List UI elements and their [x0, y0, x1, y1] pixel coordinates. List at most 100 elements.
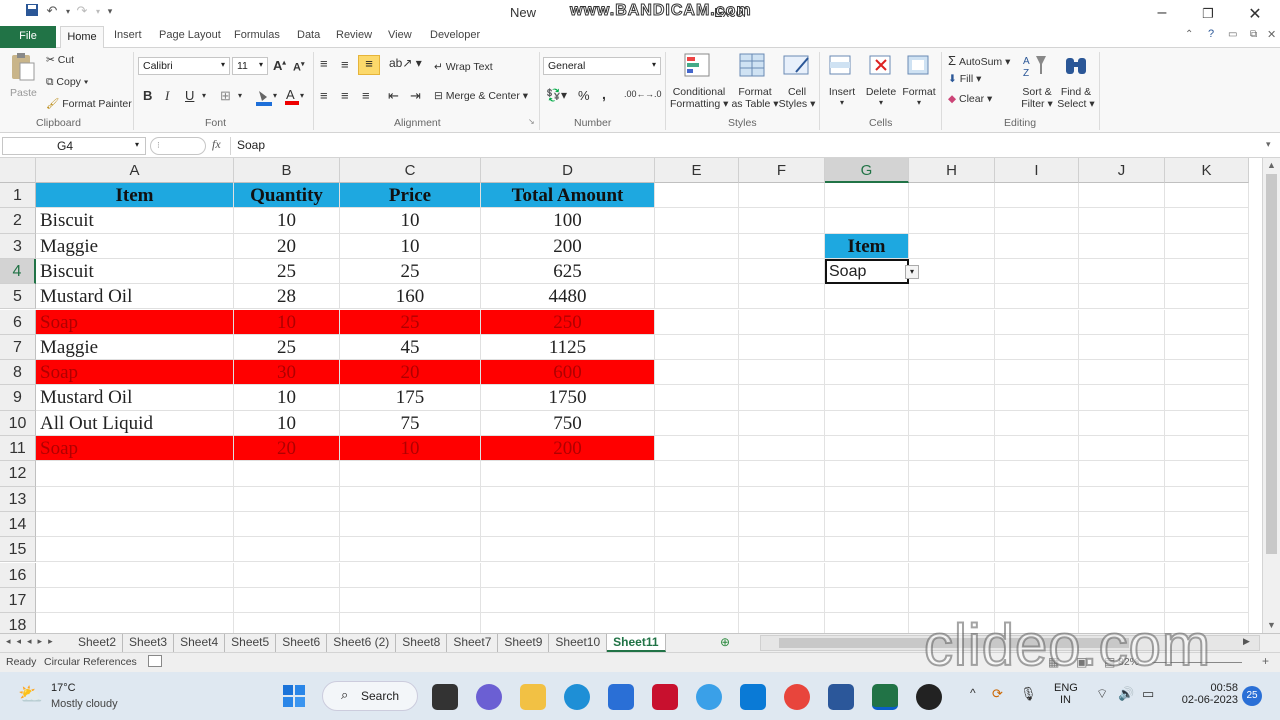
table-header-cell[interactable]: Total Amount	[481, 183, 655, 209]
grid-cell[interactable]	[909, 309, 995, 335]
table-cell[interactable]: 250	[481, 309, 655, 335]
grid-cell[interactable]	[995, 587, 1079, 614]
format-painter-button[interactable]: 🖌 Format Painter	[46, 97, 132, 110]
help-icon[interactable]: ?	[1208, 28, 1214, 40]
align-center-icon[interactable]: ≡	[341, 88, 349, 103]
tab-insert[interactable]: Insert	[114, 29, 142, 41]
grid-cell[interactable]	[739, 410, 825, 436]
grid-cell[interactable]	[36, 562, 234, 588]
table-cell[interactable]: Soap	[36, 309, 234, 335]
language-indicator[interactable]: ENG IN	[1054, 682, 1078, 706]
grid-cell[interactable]	[1165, 284, 1249, 310]
grid-cell[interactable]	[739, 562, 825, 588]
borders-icon[interactable]: ⊞	[220, 88, 231, 104]
fill-color-icon[interactable]	[255, 88, 273, 106]
paste-icon[interactable]	[8, 52, 36, 82]
table-cell[interactable]: 160	[340, 284, 481, 310]
weather-desc[interactable]: Mostly cloudy	[51, 698, 118, 710]
insert-cells-button[interactable]: Insert ▾	[826, 86, 858, 107]
decrease-font-icon[interactable]: A▾	[293, 60, 304, 74]
align-right-icon[interactable]: ≡	[362, 88, 370, 103]
grid-cell[interactable]	[340, 486, 481, 512]
zoom-in-icon[interactable]: +	[1262, 654, 1269, 668]
find-select-button[interactable]: Find & Select ▾	[1056, 86, 1096, 110]
column-header-a[interactable]: A	[36, 158, 234, 183]
tab-page-layout[interactable]: Page Layout	[159, 29, 221, 41]
table-cell[interactable]: 20	[234, 436, 340, 462]
grid-cell[interactable]	[825, 537, 909, 563]
conditional-formatting-icon[interactable]	[683, 52, 713, 80]
grid-cell[interactable]	[36, 613, 234, 633]
align-middle-icon[interactable]: ≡	[341, 57, 349, 72]
grid-cell[interactable]	[825, 208, 909, 234]
grid-cell[interactable]	[655, 587, 739, 614]
row-header-8[interactable]: 8	[0, 360, 36, 386]
table-cell[interactable]: 25	[234, 258, 340, 285]
grid-cell[interactable]	[739, 461, 825, 487]
redo-icon[interactable]: ↷	[74, 3, 90, 19]
scrollbar-thumb[interactable]	[1266, 174, 1277, 554]
grid-cell[interactable]	[739, 436, 825, 462]
grid-cell[interactable]	[36, 486, 234, 512]
name-box[interactable]: G4	[2, 137, 146, 155]
taskbar-search[interactable]: ⌕ Search	[322, 681, 418, 711]
grid-cell[interactable]	[340, 511, 481, 538]
mcafee-icon[interactable]	[652, 684, 678, 710]
grid-cell[interactable]	[481, 537, 655, 563]
grid-cell[interactable]	[1165, 309, 1249, 335]
grid-cell[interactable]	[1165, 208, 1249, 234]
grid-cell[interactable]	[234, 613, 340, 633]
merge-center-button[interactable]: ⊟ Merge & Center ▾	[434, 90, 528, 102]
collapse-ribbon-icon[interactable]: ⌃	[1185, 29, 1193, 40]
microphone-icon[interactable]: 🎙	[1020, 686, 1037, 702]
table-cell[interactable]: 600	[481, 360, 655, 386]
grid-cell[interactable]	[909, 208, 995, 234]
table-cell[interactable]: All Out Liquid	[36, 410, 234, 436]
table-cell[interactable]: 20	[234, 233, 340, 259]
row-header-1[interactable]: 1	[0, 183, 36, 209]
grid-cell[interactable]	[1079, 208, 1165, 234]
row-header-4[interactable]: 4	[0, 258, 36, 285]
new-sheet-icon[interactable]: ⊕	[720, 635, 730, 649]
show-hidden-icons[interactable]: ^	[970, 686, 976, 700]
grid-cell[interactable]	[739, 360, 825, 386]
table-header-cell[interactable]: Item	[36, 183, 234, 209]
font-name-select[interactable]: Calibri ▾	[138, 57, 230, 75]
grid-cell[interactable]	[655, 233, 739, 259]
grid-cell[interactable]	[909, 233, 995, 259]
sheet-tab[interactable]: Sheet2	[72, 634, 124, 652]
comma-button[interactable]: ,	[602, 86, 606, 102]
table-header-cell[interactable]: Price	[340, 183, 481, 209]
table-cell[interactable]: 200	[481, 233, 655, 259]
scroll-down-icon[interactable]: ▼	[1267, 620, 1276, 630]
row-header-16[interactable]: 16	[0, 562, 36, 588]
decrease-indent-icon[interactable]: ⇤	[388, 88, 399, 104]
decrease-decimal-icon[interactable]: →.0	[645, 89, 662, 99]
column-header-j[interactable]: J	[1079, 158, 1165, 183]
grid-cell[interactable]	[1165, 461, 1249, 487]
data-validation-dropdown-icon[interactable]: ▾	[905, 264, 919, 279]
windows-start-icon[interactable]	[282, 684, 306, 708]
row-header-17[interactable]: 17	[0, 587, 36, 614]
table-cell[interactable]: 25	[340, 309, 481, 335]
underline-button[interactable]: U	[185, 88, 194, 103]
grid-cell[interactable]	[909, 334, 995, 361]
grid-cell[interactable]	[825, 360, 909, 386]
grid-cell[interactable]	[655, 309, 739, 335]
grid-cell[interactable]	[1079, 183, 1165, 209]
grid-cell[interactable]	[995, 486, 1079, 512]
increase-decimal-icon[interactable]: .00←	[624, 89, 646, 99]
sort-filter-icon[interactable]: AZ	[1022, 52, 1050, 80]
grid-cell[interactable]	[234, 461, 340, 487]
cell-styles-icon[interactable]	[782, 52, 812, 80]
grid-cell[interactable]	[995, 334, 1079, 361]
row-header-3[interactable]: 3	[0, 233, 36, 259]
grid-cell[interactable]	[825, 562, 909, 588]
sheet-tab[interactable]: Sheet7	[447, 634, 499, 652]
column-header-h[interactable]: H	[909, 158, 995, 183]
table-cell[interactable]: 20	[340, 360, 481, 386]
column-header-f[interactable]: F	[739, 158, 825, 183]
grid-cell[interactable]	[1165, 233, 1249, 259]
table-cell[interactable]: 750	[481, 410, 655, 436]
font-color-icon[interactable]: A	[284, 87, 300, 106]
